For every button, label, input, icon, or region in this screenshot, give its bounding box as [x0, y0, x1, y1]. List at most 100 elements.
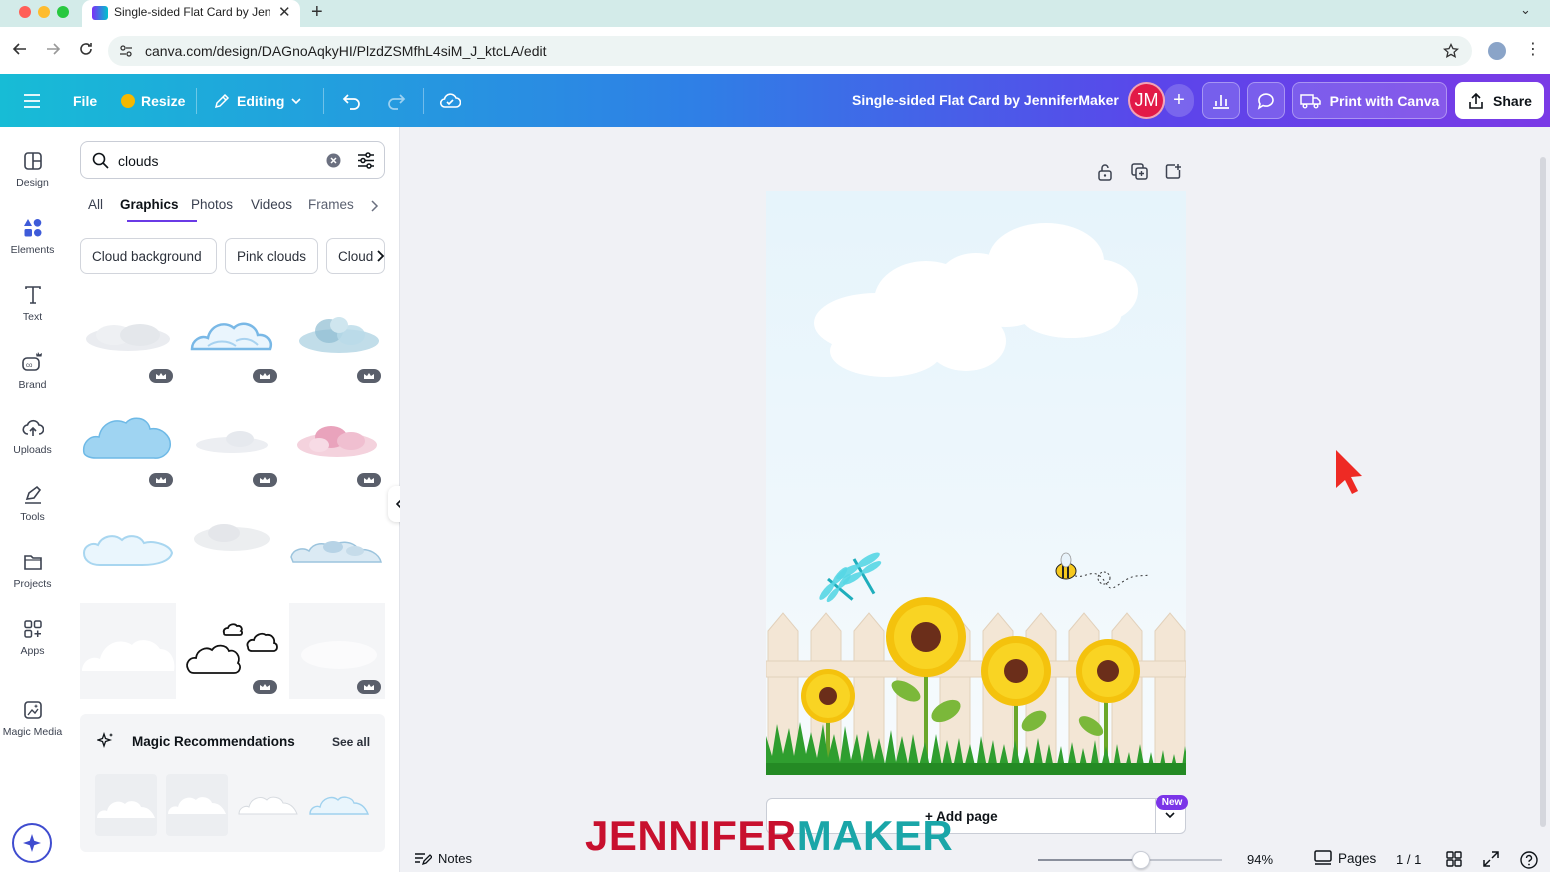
notes-label: Notes: [438, 851, 472, 866]
browser-tab[interactable]: Single-sided Flat Card by JenniferMaker …: [82, 0, 300, 27]
jennifermaker-watermark-logo: JENNIFERMAKER: [585, 813, 953, 859]
tab-all[interactable]: All: [88, 197, 103, 212]
browser-menu-icon[interactable]: ⋮: [1525, 39, 1541, 59]
invite-collaborator-button[interactable]: +: [1164, 84, 1194, 117]
cloud-check-icon: [439, 92, 461, 108]
chevron-right-icon[interactable]: [369, 200, 379, 212]
suggestion-chip-cloud-background[interactable]: Cloud background: [80, 238, 217, 274]
card-artwork: [766, 223, 1186, 775]
help-icon[interactable]: [1520, 851, 1538, 869]
graphic-result[interactable]: [289, 499, 385, 595]
back-arrow-icon[interactable]: [12, 41, 28, 57]
user-avatar[interactable]: JM: [1128, 82, 1165, 119]
search-box[interactable]: [80, 141, 385, 179]
site-settings-icon[interactable]: [119, 44, 133, 58]
see-all-link[interactable]: See all: [332, 735, 370, 749]
tools-icon: [24, 485, 41, 504]
rail-label-tools: Tools: [20, 511, 45, 523]
lock-icon[interactable]: [1097, 163, 1113, 181]
rail-item-elements[interactable]: Elements: [0, 214, 65, 274]
vertical-scrollbar[interactable]: [1540, 157, 1546, 827]
tab-photos[interactable]: Photos: [191, 197, 233, 212]
print-with-canva-button[interactable]: Print with Canva: [1292, 82, 1447, 119]
filter-sliders-icon[interactable]: [357, 152, 375, 169]
url-omnibox[interactable]: canva.com/design/DAGnoAqkyHI/PlzdZSMfhL4…: [108, 36, 1472, 66]
duplicate-page-icon[interactable]: [1131, 163, 1148, 180]
folder-icon: [23, 555, 42, 570]
pages-button[interactable]: Pages: [1314, 850, 1376, 866]
close-window-button[interactable]: [19, 6, 31, 18]
resize-button[interactable]: Resize: [121, 74, 185, 127]
insights-button[interactable]: [1202, 82, 1240, 119]
search-input[interactable]: [118, 153, 318, 169]
light-blue-cloud-graphic: [82, 535, 174, 566]
chevron-down-icon[interactable]: [1164, 811, 1176, 821]
crown-icon: [364, 477, 374, 483]
header-divider: [423, 88, 424, 114]
rail-item-tools[interactable]: Tools: [0, 481, 65, 541]
save-status-button[interactable]: [439, 74, 461, 127]
zoom-level[interactable]: 94%: [1247, 852, 1273, 867]
rail-item-projects[interactable]: Projects: [0, 548, 65, 608]
graphic-result[interactable]: [80, 603, 176, 699]
share-button[interactable]: Share: [1455, 82, 1544, 119]
design-page[interactable]: [766, 191, 1186, 775]
clear-search-icon[interactable]: [326, 153, 341, 168]
pro-crown-badge: [149, 369, 173, 383]
bookmark-star-icon[interactable]: [1443, 43, 1459, 59]
pro-crown-badge: [357, 369, 381, 383]
comments-button[interactable]: [1247, 82, 1285, 119]
document-title[interactable]: Single-sided Flat Card by JenniferMaker: [852, 92, 1119, 108]
pro-crown-badge: [253, 680, 277, 694]
rail-item-design[interactable]: Design: [0, 147, 65, 207]
suggestion-chip-pink-clouds[interactable]: Pink clouds: [225, 238, 318, 274]
share-label: Share: [1493, 92, 1532, 109]
rail-item-brand[interactable]: co Brand: [0, 347, 65, 407]
file-menu-button[interactable]: File: [73, 74, 97, 127]
graphic-result[interactable]: [80, 499, 176, 595]
canva-assistant-button[interactable]: [12, 823, 52, 863]
svg-text:co: co: [26, 363, 33, 369]
url-text: canva.com/design/DAGnoAqkyHI/PlzdZSMfhL4…: [145, 43, 547, 59]
hamburger-icon: [24, 93, 40, 108]
grid-view-icon[interactable]: [1446, 851, 1462, 867]
zoom-slider[interactable]: [1038, 851, 1222, 869]
editing-mode-button[interactable]: Editing: [213, 74, 302, 127]
canvas-workspace: + Add page New: [400, 127, 1550, 872]
main-menu-button[interactable]: [23, 74, 41, 127]
reload-icon[interactable]: [78, 41, 94, 57]
pro-crown-badge: [357, 473, 381, 487]
tab-frames[interactable]: Frames: [308, 197, 354, 212]
redo-button[interactable]: [386, 74, 406, 127]
rail-item-apps[interactable]: Apps: [0, 615, 65, 675]
active-tab-indicator: [127, 220, 197, 222]
profile-avatar[interactable]: [1488, 42, 1506, 60]
side-navigation-rail: Design Elements Text co Brand Uploads To…: [0, 127, 65, 872]
recommendation-tile[interactable]: [166, 774, 228, 836]
undo-icon: [342, 93, 360, 110]
recommendation-tile[interactable]: [95, 774, 157, 836]
tab-graphics[interactable]: Graphics: [120, 197, 179, 212]
add-page-icon[interactable]: [1165, 163, 1182, 180]
notes-icon: [415, 852, 432, 865]
minimize-window-button[interactable]: [38, 6, 50, 18]
notes-button[interactable]: Notes: [414, 851, 472, 866]
zoom-slider-handle[interactable]: [1132, 851, 1151, 869]
chip-scroll-chevron-icon[interactable]: [375, 250, 385, 262]
maximize-window-button[interactable]: [57, 6, 69, 18]
tab-videos[interactable]: Videos: [251, 197, 292, 212]
graphic-result[interactable]: [184, 499, 280, 595]
rail-item-magic-media[interactable]: Magic Media: [0, 696, 65, 756]
pro-crown-badge: [357, 680, 381, 694]
fullscreen-icon[interactable]: [1483, 851, 1499, 867]
undo-button[interactable]: [342, 74, 362, 127]
watermark-part-jennifer: JENNIFER: [585, 812, 797, 859]
rail-item-uploads[interactable]: Uploads: [0, 414, 65, 474]
new-tab-plus-icon[interactable]: +: [311, 1, 323, 24]
rail-item-text[interactable]: Text: [0, 281, 65, 341]
tab-close-icon[interactable]: ✕: [278, 3, 291, 21]
recommendation-tile[interactable]: [237, 774, 299, 836]
forward-arrow-icon[interactable]: [45, 41, 61, 57]
tab-search-chevron-icon[interactable]: ⌄: [1520, 2, 1531, 18]
recommendation-tile[interactable]: [308, 774, 370, 836]
